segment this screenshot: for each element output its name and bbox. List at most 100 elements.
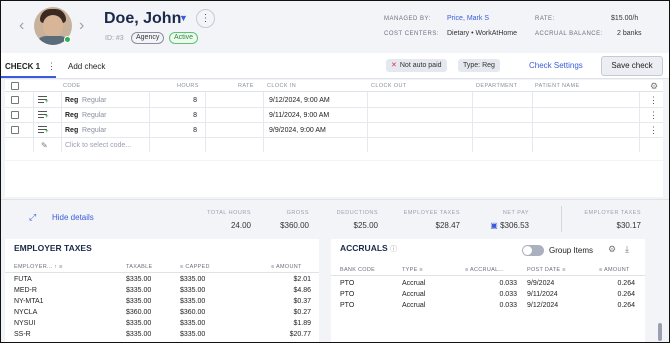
- select-all-checkbox[interactable]: [11, 82, 19, 90]
- employer-taxes-title: EMPLOYER TAXES: [14, 243, 92, 253]
- filter-icon[interactable]: ≡: [562, 267, 566, 273]
- row-checkbox[interactable]: [11, 111, 19, 119]
- tax-amount: $2.01: [293, 276, 311, 283]
- more-options-icon[interactable]: ⋮: [196, 9, 215, 28]
- total-hours-value: 24.00: [230, 221, 251, 230]
- gross-value: $360.00: [280, 221, 309, 230]
- col-post-date: POST DATE ≡: [527, 267, 566, 273]
- scrollbar[interactable]: [658, 323, 662, 341]
- add-line-icon[interactable]: +: [38, 111, 49, 120]
- col-rate: RATE: [238, 83, 254, 89]
- net-pay-amount: $306.53: [500, 221, 529, 230]
- gross-label: GROSS: [286, 210, 309, 216]
- tab-check-1[interactable]: CHECK 1: [5, 62, 40, 71]
- row-checkbox[interactable]: [11, 126, 19, 134]
- download-icon[interactable]: ⤓: [625, 244, 629, 255]
- grid-empty-area: [5, 161, 663, 197]
- type-chip[interactable]: Type: Reg: [458, 59, 500, 72]
- add-check-button[interactable]: Add check: [68, 62, 105, 71]
- gear-icon[interactable]: ⚙: [608, 244, 616, 255]
- chip-label: Not auto paid: [399, 62, 442, 69]
- add-line-icon[interactable]: +: [38, 126, 49, 135]
- tax-amount: $1.89: [293, 320, 311, 327]
- next-employee-icon[interactable]: ›: [79, 17, 84, 35]
- table-row[interactable]: + Reg Regular 8 9/11/2024, 9:00 AM ⋮: [5, 108, 663, 123]
- table-row[interactable]: + Reg Regular 8 9/9/2024, 9:00 AM ⋮: [5, 123, 663, 138]
- accrual-post-date: 9/12/2024: [527, 302, 559, 309]
- row-code[interactable]: Reg: [65, 127, 78, 134]
- col-employer[interactable]: EMPLOYER... ↑ ≡: [14, 264, 63, 270]
- tax-name: MED-R: [14, 287, 37, 294]
- rate-label: RATE:: [535, 16, 555, 22]
- tax-amount: $0.27: [293, 309, 311, 316]
- save-check-button[interactable]: Save check: [601, 56, 663, 76]
- table-row[interactable]: + Reg Regular 8 9/12/2024, 9:00 AM ⋮: [5, 93, 663, 108]
- managed-by-label: MANAGED BY:: [384, 16, 431, 22]
- active-badge: Active: [169, 32, 199, 44]
- tax-taxable: $335.00: [126, 331, 152, 338]
- row-clock-in[interactable]: 9/11/2024, 9:00 AM: [269, 112, 329, 119]
- gear-icon[interactable]: ⚙: [650, 81, 658, 92]
- sort-asc-icon[interactable]: ↑: [54, 264, 57, 270]
- tax-capped: $335.00: [180, 276, 206, 283]
- row-code[interactable]: Reg: [65, 112, 78, 119]
- accrual-bank: PTO: [340, 280, 355, 287]
- employer-taxes-panel: EMPLOYER TAXES EMPLOYER... ↑ ≡ TAXABLE ≡…: [5, 239, 319, 342]
- prev-employee-icon[interactable]: ‹: [19, 17, 24, 35]
- row-code-desc: Regular: [82, 97, 107, 104]
- collapse-icon[interactable]: ⤢: [29, 212, 36, 223]
- row-options-icon[interactable]: ⋮: [649, 110, 658, 121]
- employer-taxes-label: EMPLOYER TAXES: [584, 210, 641, 216]
- employee-taxes-label: EMPLOYEE TAXES: [403, 210, 460, 216]
- accrual-balance-value: 2 banks: [617, 30, 642, 37]
- col-type-label: TYPE: [402, 267, 418, 273]
- accrual-rate: 0.033: [499, 291, 517, 298]
- check-lines-table: CODE HOURS RATE CLOCK IN CLOCK OUT DEPAR…: [5, 80, 663, 160]
- tax-amount: $20.77: [289, 331, 311, 338]
- row-options-icon[interactable]: ⋮: [649, 95, 658, 106]
- chevron-down-icon[interactable]: ▼: [179, 13, 188, 23]
- filter-icon[interactable]: ≡: [59, 264, 63, 270]
- employer-taxes-value: $30.17: [616, 221, 641, 230]
- row-hours[interactable]: 8: [155, 112, 197, 119]
- check-settings-link[interactable]: Check Settings: [529, 61, 583, 70]
- row-code[interactable]: Reg: [65, 97, 78, 104]
- col-capped-label: CAPPED: [185, 264, 210, 270]
- tax-capped: $335.00: [180, 320, 206, 327]
- row-checkbox[interactable]: [11, 96, 19, 104]
- tax-taxable: $335.00: [126, 298, 152, 305]
- employee-header: ‹ › Doe, John ▼ ⋮ ID: #3 Agency Active M…: [1, 1, 669, 53]
- tab-options-icon[interactable]: ⋮: [47, 61, 56, 72]
- tax-amount: $0.37: [293, 298, 311, 305]
- deductions-value: $25.00: [353, 221, 378, 230]
- select-code-placeholder[interactable]: Click to select code...: [65, 142, 131, 149]
- col-clock-out: CLOCK OUT: [371, 83, 407, 89]
- not-auto-paid-chip[interactable]: ✕ Not auto paid: [386, 59, 447, 72]
- hide-details-link[interactable]: Hide details: [52, 213, 94, 222]
- col-post-date-label: POST DATE: [527, 267, 561, 273]
- tax-amount: $4.86: [293, 287, 311, 294]
- close-icon: ✕: [391, 62, 397, 69]
- info-icon[interactable]: ⓘ: [390, 246, 397, 253]
- row-clock-in[interactable]: 9/9/2024, 9:00 AM: [269, 127, 326, 134]
- accrual-amount: 0.264: [617, 291, 635, 298]
- row-hours[interactable]: 8: [155, 97, 197, 104]
- row-clock-in[interactable]: 9/12/2024, 9:00 AM: [269, 97, 330, 104]
- accruals-panel: ACCRUALS ⓘ Group Items ⚙ ⤓ BANK CODE TYP…: [331, 239, 645, 342]
- add-line-icon[interactable]: +: [38, 96, 49, 105]
- managed-by-link[interactable]: Price, Mark S: [447, 15, 489, 22]
- row-options-icon[interactable]: ⋮: [649, 125, 658, 136]
- new-line-row[interactable]: ✎ Click to select code...: [5, 138, 663, 153]
- filter-icon[interactable]: ≡: [419, 267, 423, 273]
- col-accrual: ≡ ACCRUAL...: [465, 267, 504, 273]
- app-frame: ‹ › Doe, John ▼ ⋮ ID: #3 Agency Active M…: [0, 0, 670, 343]
- tax-taxable: $335.00: [126, 276, 152, 283]
- tax-taxable: $335.00: [126, 287, 152, 294]
- group-items-toggle[interactable]: [522, 245, 544, 256]
- row-hours[interactable]: 8: [155, 127, 197, 134]
- cost-centers-label: COST CENTERS:: [384, 31, 440, 37]
- accrual-type: Accrual: [402, 280, 426, 287]
- tax-capped: $335.00: [180, 298, 206, 305]
- col-code: CODE: [63, 83, 81, 89]
- tax-name: SS-R: [14, 331, 31, 338]
